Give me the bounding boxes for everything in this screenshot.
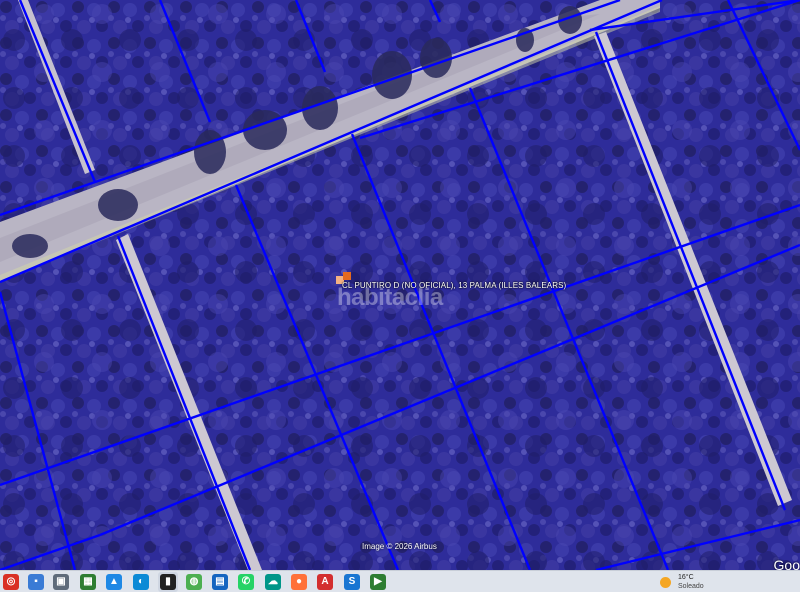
presentation-icon[interactable]: ▶ xyxy=(370,574,386,590)
chrome-icon[interactable]: ◎ xyxy=(3,574,19,590)
google-logo: Goo xyxy=(773,557,800,570)
imagery-copyright: Image © 2026 Airbus xyxy=(362,542,437,551)
acrobat-icon[interactable]: A xyxy=(317,574,333,590)
edge-icon[interactable]: ◐ xyxy=(133,574,149,590)
terminal-icon[interactable]: ▮ xyxy=(160,574,176,590)
printer-icon[interactable]: ▣ xyxy=(53,574,69,590)
maps-app-icon[interactable]: ◍ xyxy=(186,574,202,590)
weather-condition: Soleado xyxy=(678,583,704,590)
address-label: CL PUNTIRO D (NO OFICIAL), 13 PALMA (ILL… xyxy=(342,281,567,290)
whatsapp-icon[interactable]: ✆ xyxy=(238,574,254,590)
sheets-icon[interactable]: S xyxy=(344,574,360,590)
taskbar: ◎ ▪ ▣ ▦ ▲ ◐ ▮ ◍ ▤ ✆ ☁ ● A S ▶ 16°C Soleado xyxy=(0,570,800,592)
apps-icon[interactable]: ▦ xyxy=(80,574,96,590)
photos-icon[interactable]: ▲ xyxy=(106,574,122,590)
teams-icon[interactable]: ☁ xyxy=(265,574,281,590)
save-icon[interactable]: ▤ xyxy=(212,574,228,590)
firefox-icon[interactable]: ● xyxy=(291,574,307,590)
app-icon-1[interactable]: ▪ xyxy=(28,574,44,590)
sun-icon xyxy=(660,577,671,588)
satellite-map[interactable]: habitaclia CL PUNTIRO D (NO OFICIAL), 13… xyxy=(0,0,800,570)
weather-temperature: 16°C xyxy=(678,574,694,581)
